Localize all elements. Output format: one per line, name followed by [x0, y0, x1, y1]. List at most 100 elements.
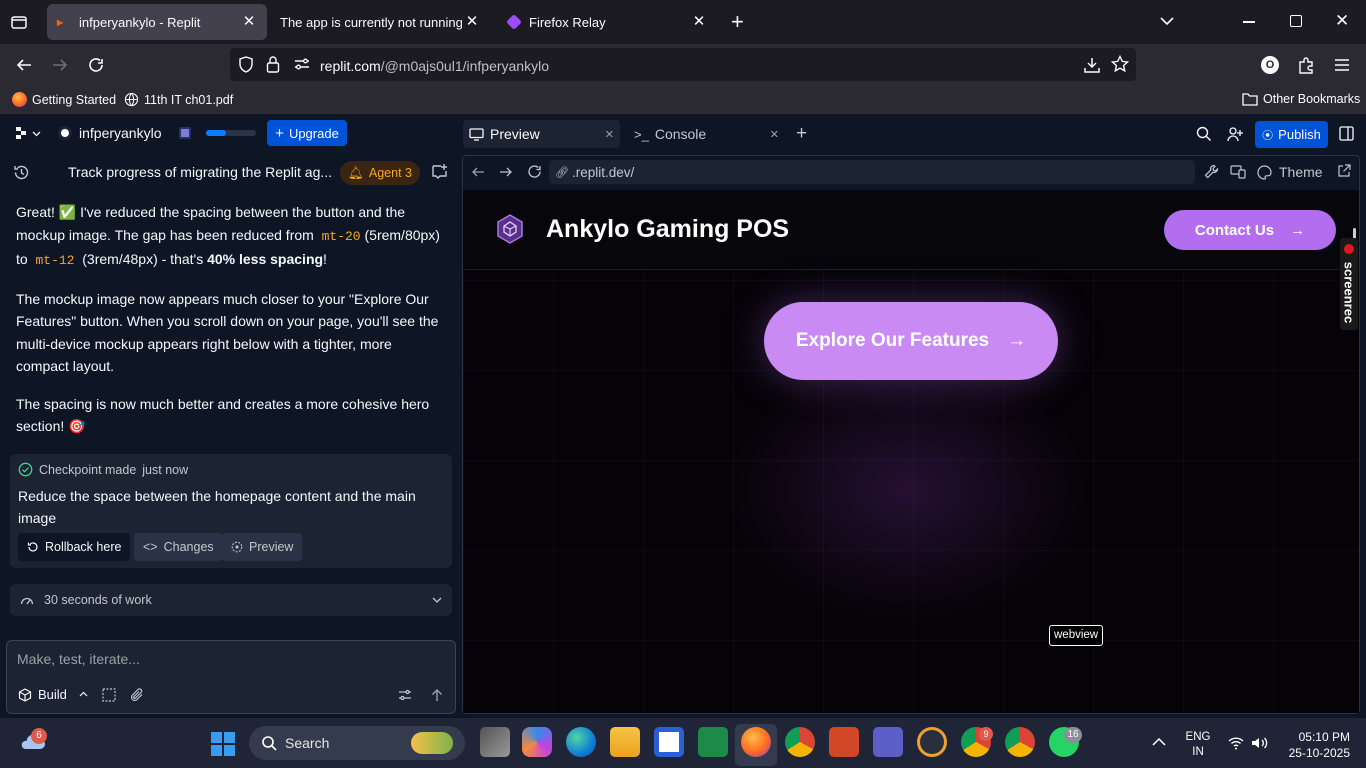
- chrome-profile-2-icon[interactable]: [1005, 727, 1035, 757]
- file-explorer-icon[interactable]: [610, 727, 640, 757]
- settings-sliders-icon[interactable]: [398, 688, 412, 702]
- volume-icon[interactable]: [1251, 736, 1269, 750]
- work-summary-row[interactable]: 30 seconds of work: [10, 584, 452, 616]
- excel-icon[interactable]: [698, 727, 728, 757]
- other-bookmarks-label: Other Bookmarks: [1263, 92, 1361, 106]
- close-tab-icon[interactable]: ✕: [770, 128, 779, 141]
- teams-icon[interactable]: [873, 727, 903, 757]
- send-icon[interactable]: [430, 688, 444, 702]
- other-bookmarks[interactable]: Other Bookmarks: [1242, 92, 1360, 106]
- browser-tab-app-not-running[interactable]: The app is currently not running. De ✕: [270, 4, 490, 40]
- new-tab-icon[interactable]: +: [731, 11, 744, 33]
- devtools-wrench-icon[interactable]: [1204, 164, 1219, 179]
- explore-features-button[interactable]: Explore Our Features →: [764, 302, 1058, 380]
- rollback-icon: [27, 541, 39, 553]
- bookmark-getting-started[interactable]: Getting Started: [12, 92, 116, 107]
- webview-back-icon[interactable]: [471, 165, 485, 179]
- monitor-icon: [469, 127, 484, 141]
- app-menu-icon[interactable]: [1334, 58, 1350, 72]
- save-page-icon[interactable]: [1083, 56, 1101, 74]
- changes-button[interactable]: <> Changes: [134, 533, 223, 561]
- close-tab-icon[interactable]: ✕: [605, 128, 614, 141]
- search-icon[interactable]: [1196, 126, 1212, 142]
- webview-reload-icon[interactable]: [527, 164, 542, 179]
- back-icon[interactable]: [15, 56, 33, 74]
- theme-toggle[interactable]: Theme: [1257, 164, 1323, 180]
- prompt-input[interactable]: Make, test, iterate...: [17, 651, 140, 667]
- tracking-protection-icon[interactable]: [238, 56, 254, 73]
- close-window-icon[interactable]: ✕: [1335, 11, 1349, 31]
- responsive-devices-icon[interactable]: [1230, 165, 1246, 179]
- new-chat-icon[interactable]: [431, 163, 448, 180]
- build-label: Build: [38, 687, 67, 702]
- invite-user-icon[interactable]: [1227, 126, 1244, 142]
- webview-url-bar[interactable]: 🔗︎ .replit.dev/: [549, 160, 1195, 184]
- tab-console[interactable]: >_ Console ✕: [628, 120, 785, 148]
- terminal-icon: >_: [634, 126, 649, 142]
- attach-icon[interactable]: [130, 688, 144, 702]
- replit-menu-icon[interactable]: [14, 126, 41, 140]
- code-icon: <>: [143, 540, 158, 554]
- microsoft-store-icon[interactable]: [654, 727, 684, 757]
- tab-list-icon[interactable]: [10, 13, 28, 31]
- close-tab-icon[interactable]: ✕: [691, 14, 707, 30]
- copilot-icon[interactable]: [522, 727, 552, 757]
- preview-checkpoint-button[interactable]: Preview: [222, 533, 303, 561]
- browser-tab-firefox-relay[interactable]: Firefox Relay ✕: [497, 4, 717, 40]
- site-preview: Ankylo Gaming POS Contact Us → Explore O…: [463, 190, 1359, 713]
- webview-forward-icon[interactable]: [499, 165, 513, 179]
- upgrade-label: Upgrade: [288, 125, 339, 141]
- arrow-right-icon: →: [1290, 221, 1306, 239]
- close-tab-icon[interactable]: ✕: [241, 14, 257, 30]
- lock-icon[interactable]: [266, 55, 280, 73]
- rollback-button[interactable]: Rollback here: [18, 533, 131, 561]
- speedtest-icon[interactable]: [917, 727, 947, 757]
- message-paragraph-3: The spacing is now much better and creat…: [16, 395, 430, 435]
- clock[interactable]: 05:10 PM 25-10-2025: [1280, 729, 1350, 761]
- powerpoint-icon[interactable]: [829, 727, 859, 757]
- account-avatar[interactable]: O: [1261, 56, 1279, 74]
- inline-code: mt-20: [321, 228, 361, 244]
- lang-bottom: IN: [1192, 746, 1204, 758]
- brand-name[interactable]: Ankylo Gaming POS: [546, 215, 789, 244]
- bookmark-it-pdf[interactable]: 11th IT ch01.pdf: [124, 92, 233, 107]
- bookmark-label: Getting Started: [32, 92, 117, 107]
- toggle-panel-icon[interactable]: [1339, 126, 1354, 141]
- add-tab-icon[interactable]: +: [796, 124, 807, 143]
- open-new-tab-icon[interactable]: [1337, 164, 1351, 178]
- minimize-window-icon[interactable]: [1243, 21, 1255, 23]
- upgrade-button[interactable]: + Upgrade: [267, 120, 347, 146]
- forward-icon[interactable]: [51, 56, 69, 74]
- chrome-icon[interactable]: [785, 727, 815, 757]
- start-button-icon[interactable]: [211, 732, 235, 756]
- thread-title[interactable]: Track progress of migrating the Replit a…: [68, 164, 332, 180]
- language-indicator[interactable]: ENG IN: [1183, 730, 1213, 760]
- close-tab-icon[interactable]: ✕: [464, 14, 480, 30]
- reload-icon[interactable]: [87, 56, 105, 74]
- publish-button[interactable]: ⦿ Publish: [1255, 121, 1328, 148]
- history-icon[interactable]: [13, 164, 30, 181]
- extensions-icon[interactable]: [1297, 56, 1315, 74]
- browser-tab-replit[interactable]: ▸ infperyankylo - Replit ✕: [47, 4, 267, 40]
- select-element-icon[interactable]: [102, 688, 116, 702]
- url-text[interactable]: replit.com/@m0ajs0ul1/infperyankylo: [320, 58, 549, 74]
- restore-window-icon[interactable]: [1290, 15, 1302, 27]
- firefox-taskbar-icon[interactable]: [741, 727, 771, 757]
- tab-preview[interactable]: Preview ✕: [463, 120, 620, 148]
- edge-icon[interactable]: [566, 727, 596, 757]
- usage-progress-fill: [206, 130, 226, 136]
- contact-us-button[interactable]: Contact Us →: [1164, 210, 1336, 250]
- taskbar-search[interactable]: Search: [249, 726, 465, 760]
- cube-icon: [18, 687, 32, 702]
- brand-logo-icon[interactable]: [496, 214, 524, 244]
- wifi-icon[interactable]: [1228, 736, 1244, 750]
- speedometer-icon: [20, 594, 34, 606]
- tab-title: The app is currently not running. De: [280, 14, 464, 30]
- task-view-icon[interactable]: [480, 727, 510, 757]
- permissions-icon[interactable]: [294, 57, 310, 71]
- bookmark-star-icon[interactable]: [1111, 55, 1129, 73]
- build-mode-selector[interactable]: Build: [18, 687, 88, 702]
- show-hidden-icons[interactable]: [1152, 737, 1166, 747]
- project-name[interactable]: infperyankylo: [79, 125, 162, 141]
- list-all-tabs-icon[interactable]: [1159, 13, 1175, 29]
